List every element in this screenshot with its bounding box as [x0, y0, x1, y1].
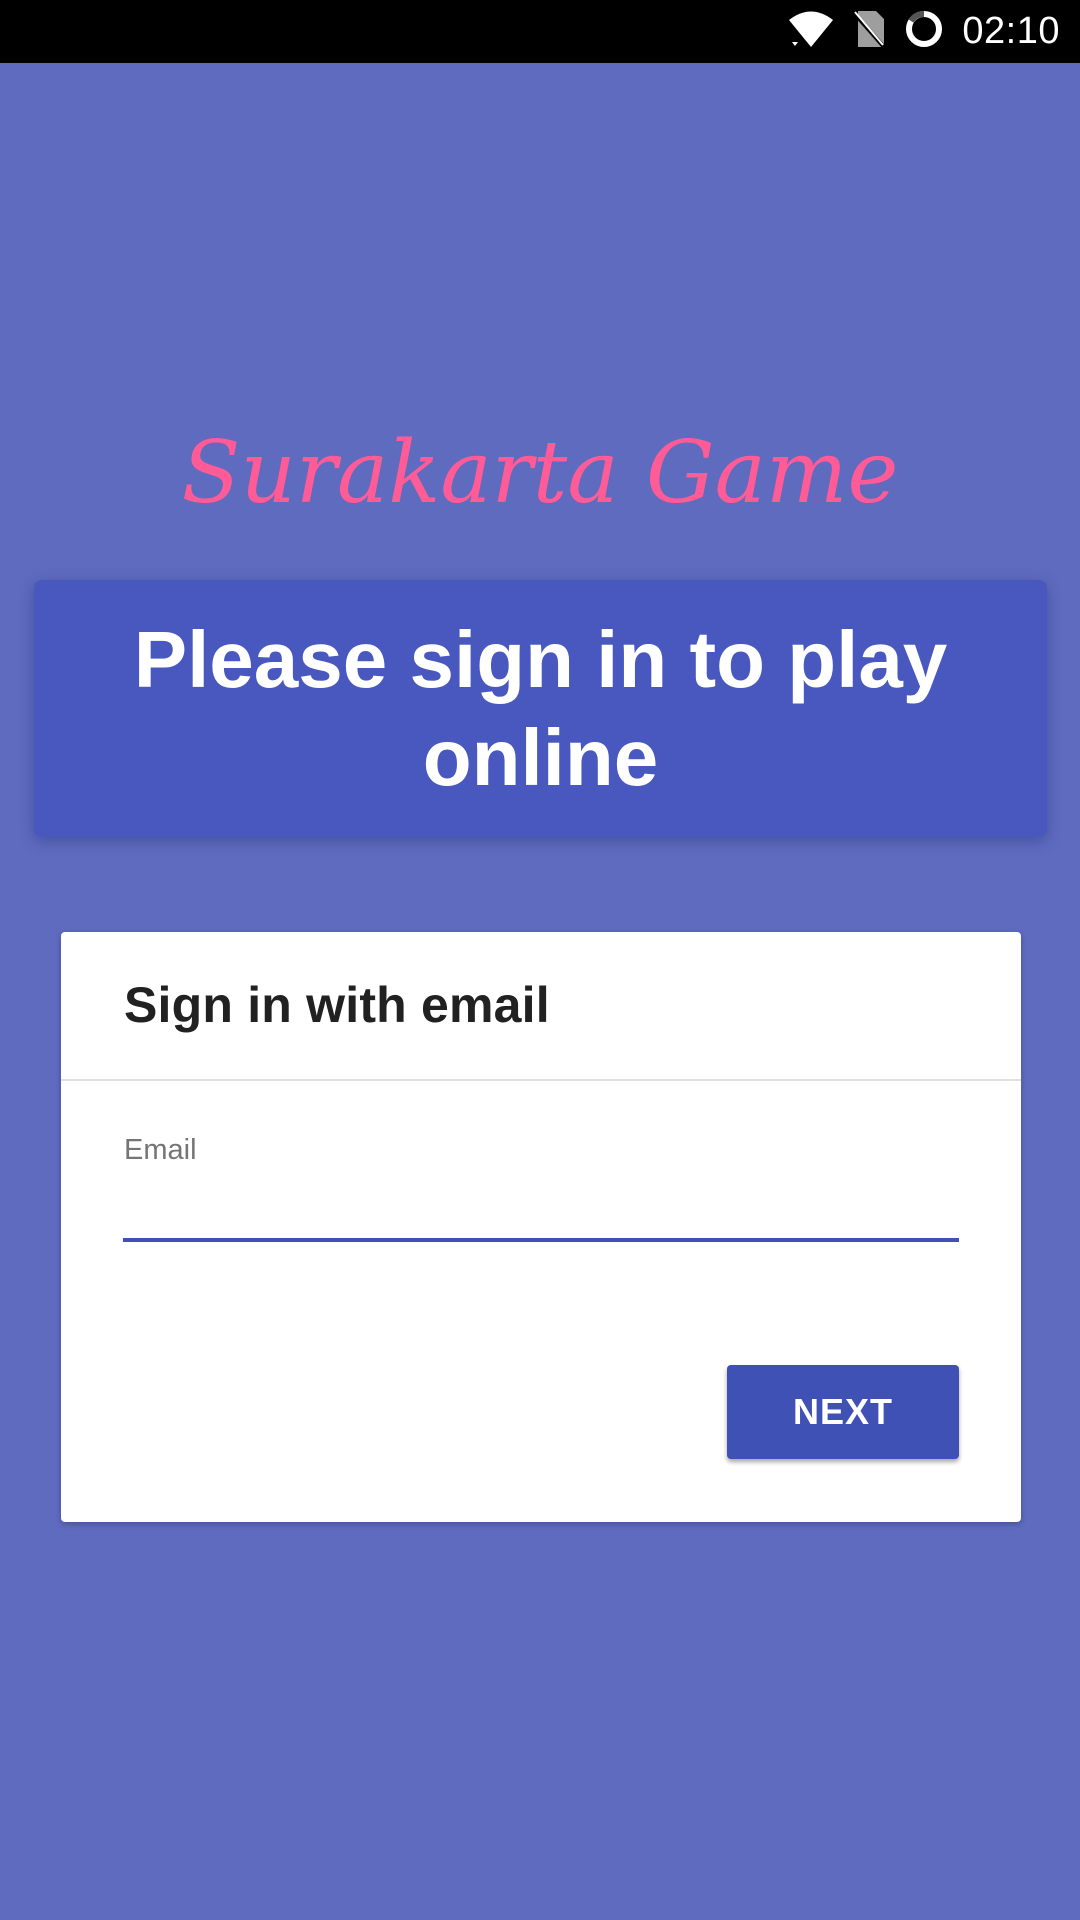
email-label: Email: [124, 1134, 197, 1166]
sign-in-card: Sign in with email Email NEXT: [61, 932, 1021, 1522]
next-button[interactable]: NEXT: [727, 1365, 959, 1459]
card-divider: [61, 1079, 1021, 1081]
sign-in-banner: Please sign in to play online: [34, 580, 1047, 837]
wifi-icon: [788, 9, 834, 54]
no-sim-icon: [852, 9, 886, 54]
status-time: 02:10: [962, 10, 1060, 52]
status-icons: 02:10: [788, 0, 1060, 63]
loading-ring-icon: [904, 9, 944, 54]
email-input[interactable]: [123, 1172, 959, 1242]
app-title: Surakarta Game: [181, 423, 899, 523]
card-title: Sign in with email: [124, 977, 550, 1033]
status-bar: 02:10: [0, 0, 1080, 63]
banner-text: Please sign in to play online: [133, 614, 948, 802]
